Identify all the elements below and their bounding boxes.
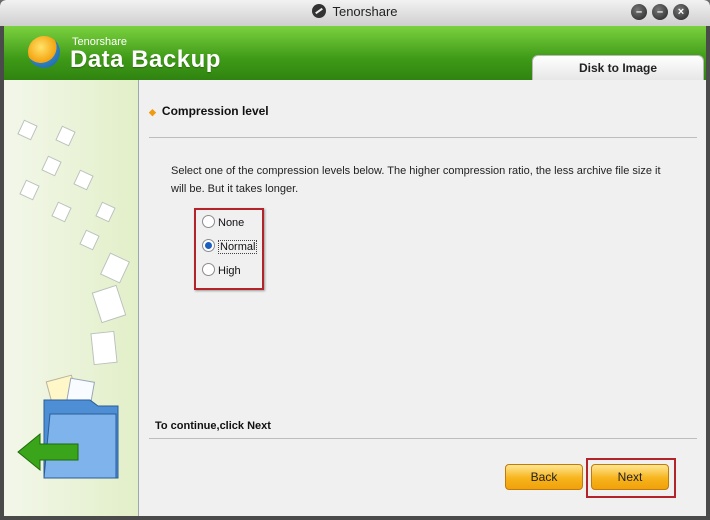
next-button[interactable]: Next bbox=[591, 464, 669, 490]
wizard-content: ◆ Compression level Select one of the com… bbox=[139, 80, 706, 516]
compression-options-highlight: None Normal High bbox=[194, 208, 264, 290]
window-title-text: Tenorshare bbox=[332, 4, 398, 19]
title-bar: Tenorshare – – × bbox=[0, 0, 710, 26]
gear-document-icon bbox=[51, 201, 72, 223]
document-icon bbox=[19, 179, 40, 201]
divider bbox=[149, 137, 697, 138]
tab-disk-to-image[interactable]: Disk to Image bbox=[532, 55, 704, 81]
document-icon bbox=[41, 155, 62, 177]
option-label: Normal bbox=[218, 240, 258, 254]
close-button[interactable]: × bbox=[673, 4, 689, 20]
document-icon bbox=[73, 169, 94, 191]
document-icon bbox=[90, 330, 118, 366]
radio-normal[interactable] bbox=[202, 239, 215, 252]
section-title: Compression level bbox=[161, 104, 269, 118]
text-document-icon bbox=[91, 284, 127, 324]
option-high[interactable]: High bbox=[202, 262, 241, 280]
radio-none[interactable] bbox=[202, 215, 215, 228]
document-icon bbox=[95, 201, 116, 223]
radio-high[interactable] bbox=[202, 263, 215, 276]
maximize-button[interactable]: – bbox=[652, 4, 668, 20]
option-label: High bbox=[218, 265, 241, 277]
description-text: Select one of the compression levels bel… bbox=[171, 165, 661, 195]
folder-backup-icon bbox=[17, 374, 119, 479]
option-label: None bbox=[218, 217, 245, 229]
divider bbox=[149, 438, 697, 439]
back-button[interactable]: Back bbox=[505, 464, 583, 490]
minimize-button[interactable]: – bbox=[631, 4, 647, 20]
document-icon bbox=[17, 119, 38, 141]
app-header: Tenorshare Data Backup Disk to Image bbox=[4, 26, 706, 81]
gear-document-icon bbox=[99, 252, 131, 284]
option-none[interactable]: None bbox=[202, 214, 244, 232]
app-window: Tenorshare – – × Tenorshare Data Backup … bbox=[0, 0, 710, 520]
document-icon bbox=[55, 125, 76, 147]
document-icon bbox=[79, 229, 100, 251]
product-name: Data Backup bbox=[70, 46, 221, 73]
continue-hint: To continue,click Next bbox=[155, 420, 271, 432]
option-normal[interactable]: Normal bbox=[202, 238, 258, 256]
window-title: Tenorshare bbox=[0, 4, 710, 19]
tenorshare-logo-icon bbox=[312, 4, 327, 18]
section-header: ◆ Compression level bbox=[149, 104, 269, 118]
data-backup-logo-icon bbox=[28, 36, 60, 68]
left-decorative-panel bbox=[4, 80, 139, 516]
diamond-bullet-icon: ◆ bbox=[149, 107, 156, 117]
